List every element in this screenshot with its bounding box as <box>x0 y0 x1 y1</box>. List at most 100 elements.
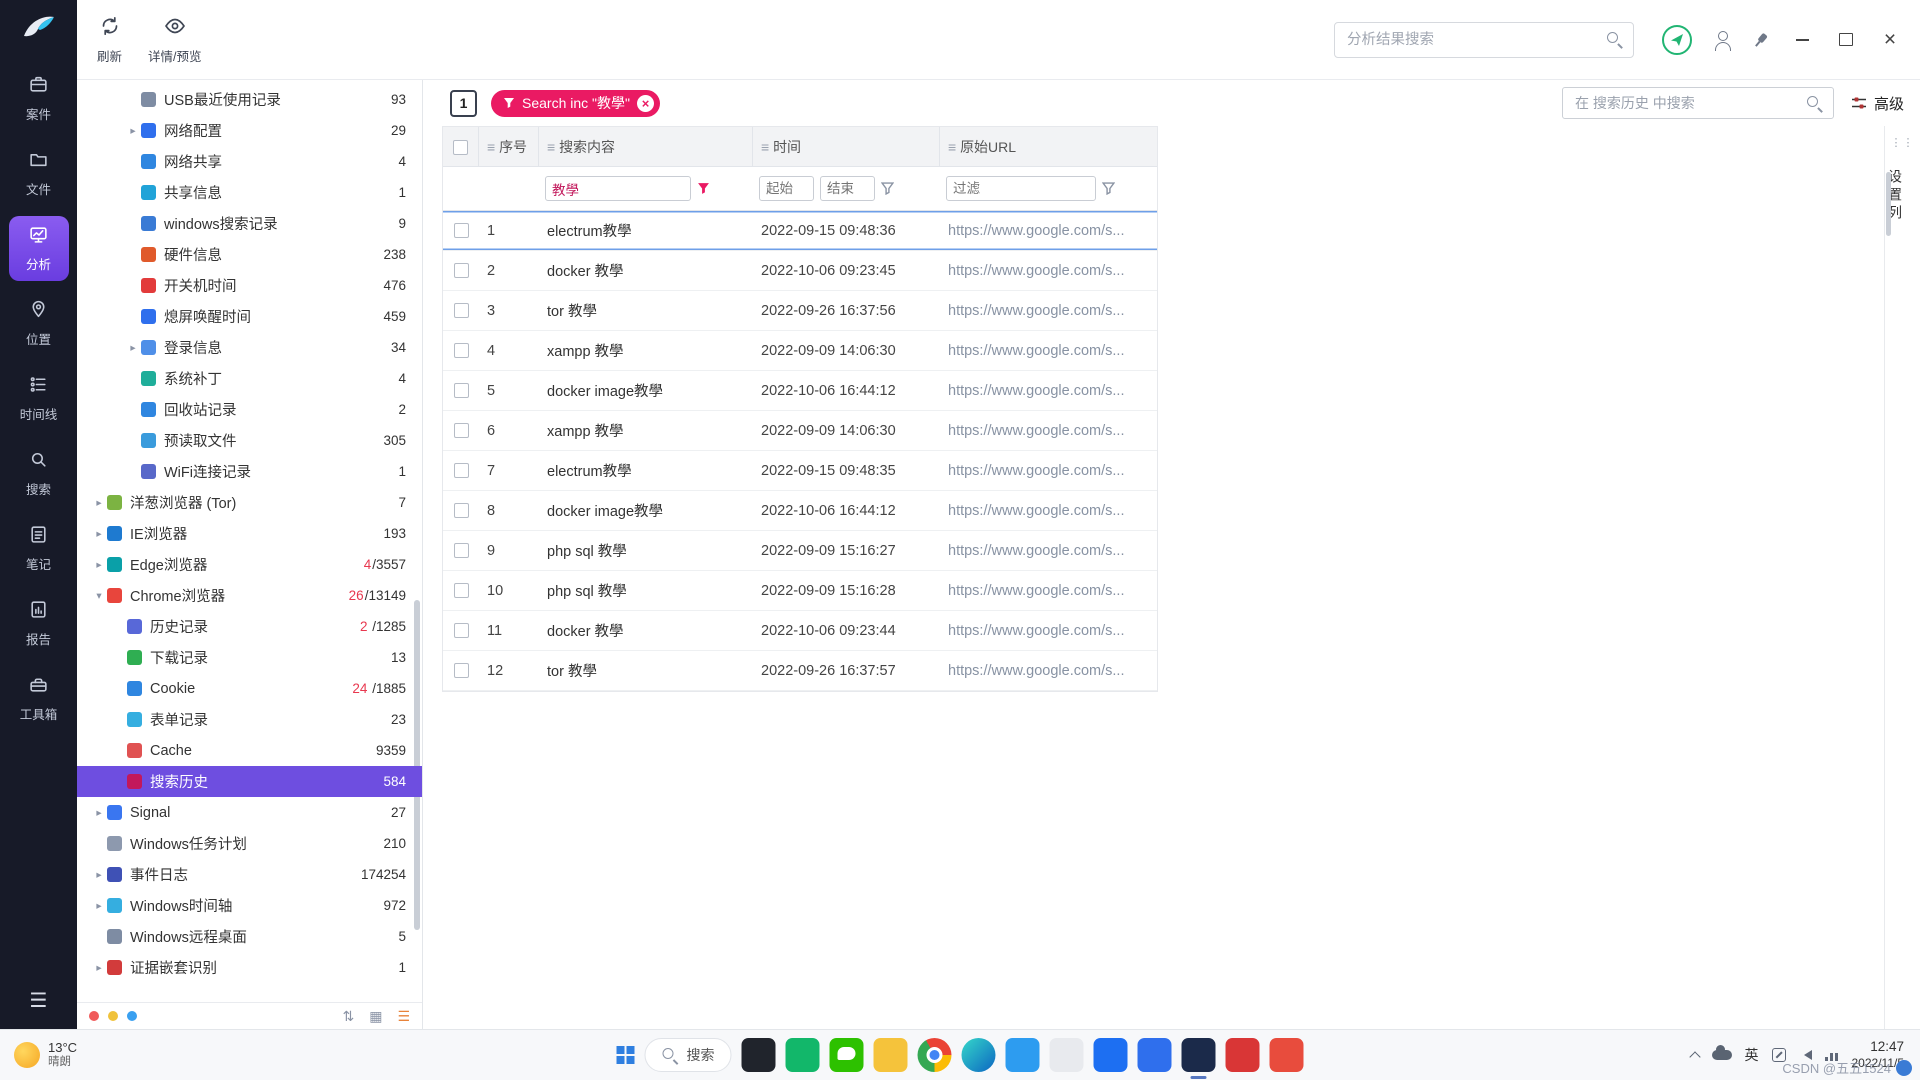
tree-item[interactable]: 预读取文件 305 <box>77 425 422 456</box>
tree-item[interactable]: Windows任务计划 210 <box>77 828 422 859</box>
start-time-filter-input[interactable] <box>759 176 814 201</box>
sidebar-item-report[interactable]: 报告 <box>9 591 69 656</box>
taskbar-app-icon[interactable] <box>786 1038 820 1072</box>
row-checkbox[interactable] <box>454 303 469 318</box>
tree-item[interactable]: ▸ Edge浏览器 4/3557 <box>77 549 422 580</box>
table-row[interactable]: 4 xampp 教學 2022-09-09 14:06:30 https://w… <box>443 331 1157 371</box>
tree-item[interactable]: 熄屏唤醒时间 459 <box>77 301 422 332</box>
table-row[interactable]: 6 xampp 教學 2022-09-09 14:06:30 https://w… <box>443 411 1157 451</box>
weather-widget[interactable]: 13°C 晴朗 <box>0 1041 91 1069</box>
expand-arrow-icon[interactable]: ▸ <box>91 900 107 912</box>
table-row[interactable]: 1 electrum教學 2022-09-15 09:48:36 https:/… <box>443 211 1157 251</box>
minimize-button[interactable] <box>1790 28 1814 52</box>
taskbar-app-icon[interactable] <box>1182 1038 1216 1072</box>
advanced-search-button[interactable]: 高级 <box>1850 93 1904 114</box>
split-view-icon[interactable]: ⇅ <box>342 1008 354 1025</box>
tree-item[interactable]: 共享信息 1 <box>77 177 422 208</box>
tree-item[interactable]: ▸ 网络配置 29 <box>77 115 422 146</box>
tree-item[interactable]: ▸ 洋葱浏览器 (Tor) 7 <box>77 487 422 518</box>
column-header-time[interactable]: 时间 <box>753 127 940 167</box>
grid-view-icon[interactable]: ▦ <box>369 1008 382 1025</box>
row-checkbox[interactable] <box>454 583 469 598</box>
rail-dots-icon[interactable]: ⋮⋮ <box>1885 136 1920 149</box>
row-checkbox[interactable] <box>454 223 469 238</box>
tree-item[interactable]: ▸ 登录信息 34 <box>77 332 422 363</box>
content-filter-input[interactable] <box>545 176 691 201</box>
row-checkbox[interactable] <box>454 343 469 358</box>
pen-input-icon[interactable] <box>1772 1048 1786 1062</box>
table-row[interactable]: 7 electrum教學 2022-09-15 09:48:35 https:/… <box>443 451 1157 491</box>
table-row[interactable]: 3 tor 教學 2022-09-26 16:37:56 https://www… <box>443 291 1157 331</box>
taskbar-app-icon[interactable] <box>742 1038 776 1072</box>
expand-arrow-icon[interactable]: ▸ <box>91 528 107 540</box>
url-filter-icon[interactable] <box>1102 182 1115 195</box>
tree-item[interactable]: Cache 9359 <box>77 735 422 766</box>
column-header-num[interactable]: 序号 <box>479 127 539 167</box>
row-checkbox[interactable] <box>454 543 469 558</box>
pin-icon[interactable] <box>1748 27 1773 52</box>
cloud-icon[interactable] <box>1712 1050 1732 1060</box>
taskbar-app-icon[interactable] <box>918 1038 952 1072</box>
expand-arrow-icon[interactable]: ▾ <box>91 590 107 602</box>
sidebar-item-toolbox[interactable]: 工具箱 <box>9 666 69 731</box>
maximize-button[interactable] <box>1834 28 1858 52</box>
list-view-icon[interactable]: ☰ <box>397 1008 410 1025</box>
table-row[interactable]: 2 docker 教學 2022-10-06 09:23:45 https://… <box>443 251 1157 291</box>
tree-item[interactable]: ▾ Chrome浏览器 26/13149 <box>77 580 422 611</box>
tree-item[interactable]: ▸ 证据嵌套识别 1 <box>77 952 422 983</box>
tab-1[interactable]: 1 <box>450 90 477 117</box>
row-checkbox[interactable] <box>454 503 469 518</box>
taskbar-app-icon[interactable] <box>1006 1038 1040 1072</box>
table-row[interactable]: 12 tor 教學 2022-09-26 16:37:57 https://ww… <box>443 651 1157 691</box>
blue-dot-filter[interactable] <box>127 1011 137 1021</box>
menu-icon[interactable] <box>30 988 48 1013</box>
table-row[interactable]: 5 docker image教學 2022-10-06 16:44:12 htt… <box>443 371 1157 411</box>
table-row[interactable]: 10 php sql 教學 2022-09-09 15:16:28 https:… <box>443 571 1157 611</box>
column-header-url[interactable]: 原始URL <box>940 127 1157 167</box>
row-checkbox[interactable] <box>454 463 469 478</box>
tree-item[interactable]: USB最近使用记录 93 <box>77 84 422 115</box>
tree-item[interactable]: Windows远程桌面 5 <box>77 921 422 952</box>
taskbar-app-icon[interactable] <box>1226 1038 1260 1072</box>
end-time-filter-input[interactable] <box>820 176 875 201</box>
sidebar-item-timeline[interactable]: 时间线 <box>9 366 69 431</box>
taskbar-app-icon[interactable] <box>830 1038 864 1072</box>
tree-item[interactable]: ▸ IE浏览器 193 <box>77 518 422 549</box>
table-search-input[interactable] <box>1573 94 1806 112</box>
clock[interactable]: 12:47 2022/11/5 <box>1852 1039 1905 1071</box>
tree-item[interactable]: 开关机时间 476 <box>77 270 422 301</box>
taskbar-search[interactable]: 搜索 <box>645 1038 732 1072</box>
search-filter-chip[interactable]: Search inc "教學" <box>491 90 660 117</box>
tree-item[interactable]: windows搜索记录 9 <box>77 208 422 239</box>
refresh-button[interactable]: 刷新 <box>97 15 122 65</box>
time-filter-icon[interactable] <box>881 182 894 195</box>
table-row[interactable]: 9 php sql 教學 2022-09-09 15:16:27 https:/… <box>443 531 1157 571</box>
preview-button[interactable]: 详情/预览 <box>148 15 201 65</box>
sidebar-item-case[interactable]: 案件 <box>9 66 69 131</box>
tree-item[interactable]: ▸ 事件日志 174254 <box>77 859 422 890</box>
sidebar-item-search[interactable]: 搜索 <box>9 441 69 506</box>
global-search-input[interactable] <box>1345 31 1606 49</box>
start-button[interactable] <box>617 1046 635 1064</box>
expand-arrow-icon[interactable]: ▸ <box>91 869 107 881</box>
tree-item[interactable]: ▸ Windows时间轴 972 <box>77 890 422 921</box>
expand-arrow-icon[interactable]: ▸ <box>125 125 141 137</box>
input-language-indicator[interactable]: 英 <box>1745 1045 1759 1065</box>
taskbar-app-icon[interactable] <box>1270 1038 1304 1072</box>
select-all-checkbox[interactable] <box>453 140 468 155</box>
taskbar-app-icon[interactable] <box>1050 1038 1084 1072</box>
taskbar-app-icon[interactable] <box>1094 1038 1128 1072</box>
row-checkbox[interactable] <box>454 663 469 678</box>
row-checkbox[interactable] <box>454 623 469 638</box>
tree-item[interactable]: 系统补丁 4 <box>77 363 422 394</box>
expand-arrow-icon[interactable]: ▸ <box>91 962 107 974</box>
sidebar-item-notes[interactable]: 笔记 <box>9 516 69 581</box>
speaker-icon[interactable] <box>1799 1050 1812 1060</box>
table-scrollbar[interactable] <box>1886 172 1891 236</box>
connection-status-icon[interactable] <box>1662 25 1692 55</box>
remove-filter-icon[interactable] <box>637 95 654 112</box>
search-icon[interactable] <box>1606 31 1623 48</box>
sidebar-item-analysis[interactable]: 分析 <box>9 216 69 281</box>
expand-arrow-icon[interactable]: ▸ <box>91 807 107 819</box>
taskbar-app-icon[interactable] <box>962 1038 996 1072</box>
